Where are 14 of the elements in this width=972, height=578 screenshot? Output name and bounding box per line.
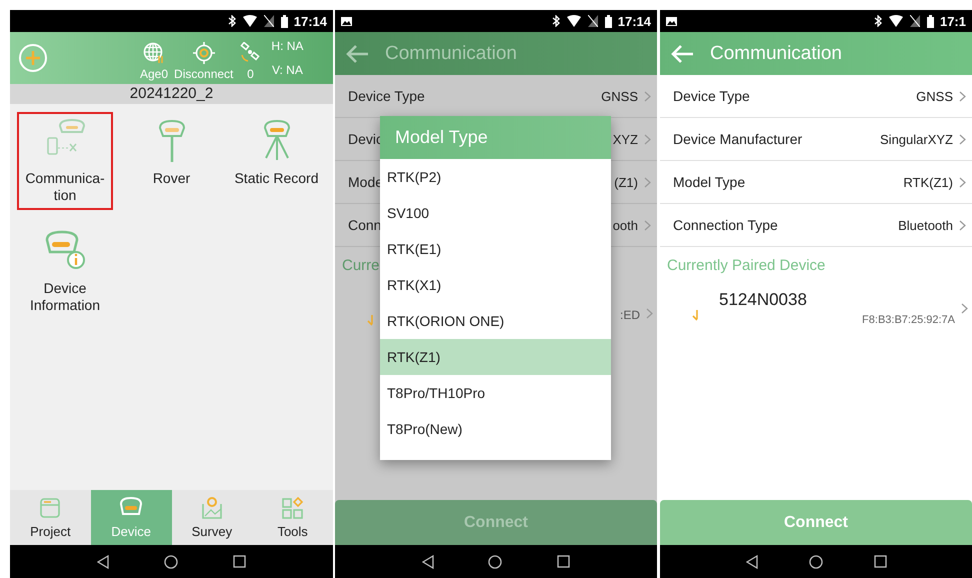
section-title: Currently Paired Device — [667, 257, 826, 274]
clock-time: 17:14 — [294, 14, 327, 28]
vertical-precision: V: NA — [272, 63, 303, 77]
screen-title: Communication — [710, 42, 842, 64]
dialog-title: Model Type — [380, 116, 611, 159]
screen-title: Communication — [385, 42, 517, 64]
section-title: Curre — [342, 257, 380, 274]
horizontal-precision: H: NA — [271, 39, 304, 53]
satellite-count: 0 — [247, 66, 254, 80]
clock-time: 17:1 — [940, 14, 966, 28]
age-label: Age0 — [140, 66, 168, 80]
clock-time: 17:14 — [618, 14, 651, 28]
project-name-bar: 20241220_2 — [10, 84, 333, 104]
connection-status: Disconnect — [174, 66, 234, 80]
